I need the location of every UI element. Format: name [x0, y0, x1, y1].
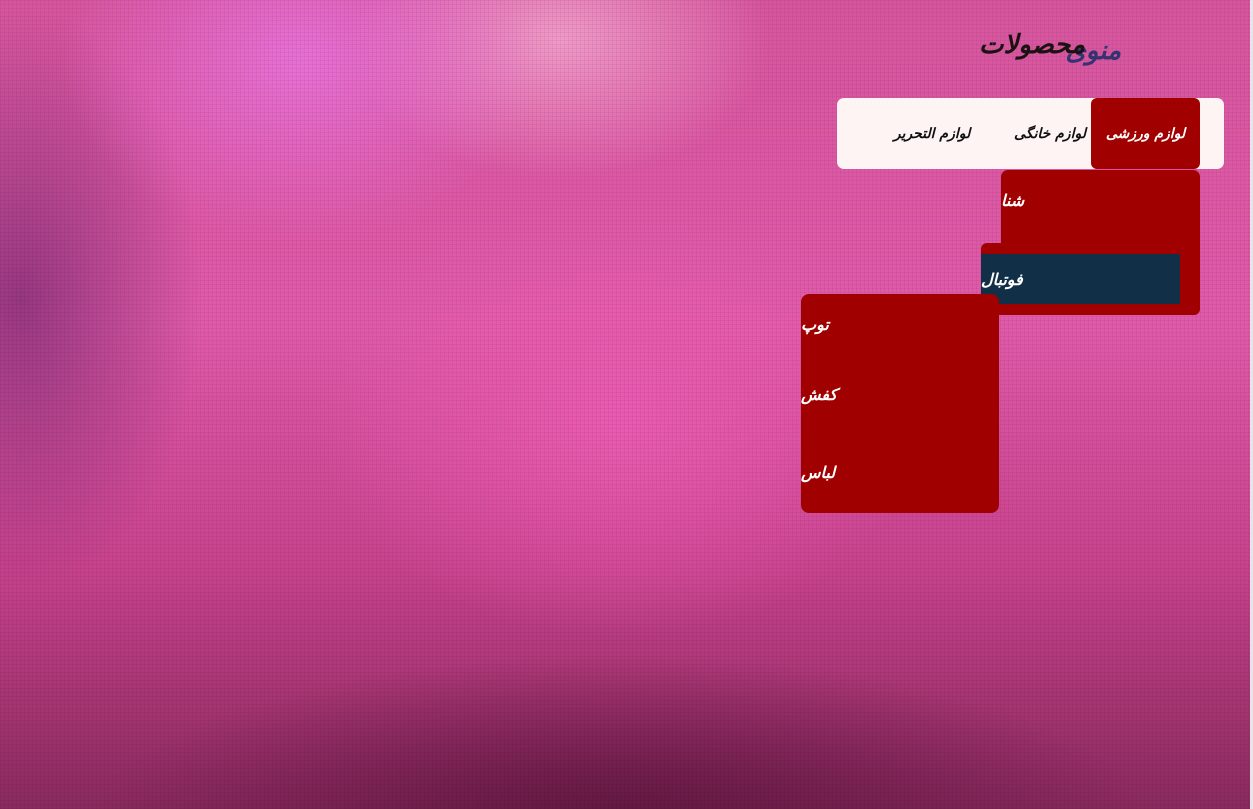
submenu-item-label: توپ [801, 314, 829, 334]
submenu-item-shoes[interactable]: کفش [801, 364, 999, 424]
submenu-item-label: لباس [801, 462, 836, 482]
submenu-item-label: شنا [1001, 190, 1025, 210]
logo-text-secondary: محصولات [979, 30, 1085, 60]
menu-item-label: لوازم التحریر [893, 125, 971, 142]
submenu-item-label: کفش [801, 384, 838, 404]
submenu-item-label: فوتبال [981, 269, 1023, 289]
site-logo: منوی محصولات [975, 30, 1125, 80]
menu-item-stationery[interactable]: لوازم التحریر [877, 98, 987, 169]
menu-item-home-appliances[interactable]: لوازم خانگی [995, 98, 1105, 169]
submenu-football: توپ کفش لباس [801, 294, 999, 513]
main-menu-bar: لوازم ورزشی لوازم خانگی لوازم التحریر [837, 98, 1224, 169]
submenu-item-football[interactable]: فوتبال [981, 254, 1180, 304]
menu-item-label: لوازم ورزشی [1105, 125, 1186, 142]
submenu-item-ball[interactable]: توپ [801, 294, 999, 354]
submenu-item-swimming[interactable]: شنا [1001, 170, 1200, 230]
submenu-item-football-container: فوتبال [981, 243, 1200, 315]
menu-item-label: لوازم خانگی [1014, 125, 1086, 142]
submenu-item-clothing[interactable]: لباس [801, 442, 999, 502]
menu-item-sports[interactable]: لوازم ورزشی [1091, 98, 1200, 169]
